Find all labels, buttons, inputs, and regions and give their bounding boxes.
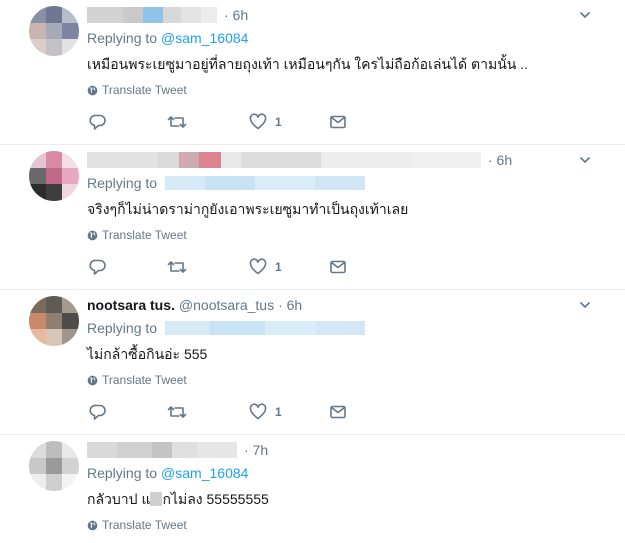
timestamp[interactable]: · 6h: [488, 152, 512, 168]
heart-icon: [249, 113, 267, 130]
replying-to: Replying to @sam_16084: [87, 465, 248, 481]
avatar[interactable]: [29, 296, 79, 346]
tweet-text: เหมือนพระเยซูมาอยู่ที่ลายถุงเท้า เหมือนๆ…: [87, 56, 529, 72]
dm-button[interactable]: [329, 402, 347, 422]
reply-icon: [89, 259, 106, 275]
retweet-icon: [167, 406, 187, 418]
like-count: 1: [275, 260, 282, 274]
replying-to-link[interactable]: @sam_16084: [161, 465, 248, 481]
retweet-button[interactable]: [167, 257, 187, 277]
tweet-text: จริงๆก็ไม่น่าดราม่ากูยังเอาพระเยซูมาทำเป…: [87, 201, 409, 217]
translate-label[interactable]: Translate Tweet: [102, 373, 187, 387]
tweet-header: · 7h: [87, 440, 268, 460]
translate-tweet-link[interactable]: Translate Tweet: [87, 373, 187, 387]
like-button[interactable]: 1: [249, 112, 282, 132]
reply-icon: [89, 404, 106, 420]
globe-icon: [87, 85, 98, 95]
username-blur[interactable]: [87, 7, 220, 23]
globe-icon: [87, 520, 98, 530]
chevron-down-icon[interactable]: [579, 9, 591, 21]
translate-tweet-link[interactable]: Translate Tweet: [87, 518, 187, 532]
translate-label[interactable]: Translate Tweet: [102, 518, 187, 532]
like-count: 1: [275, 405, 282, 419]
translate-tweet-link[interactable]: Translate Tweet: [87, 83, 187, 97]
replying-to: Replying to: [87, 175, 366, 191]
replying-to: Replying to: [87, 320, 366, 336]
heart-icon: [249, 258, 267, 275]
tweet-3[interactable]: nootsara tus. @nootsara_tus · 6h Replyin…: [0, 290, 625, 435]
retweet-button[interactable]: [167, 402, 187, 422]
censor-block: [150, 492, 163, 506]
replying-label: Replying to: [87, 30, 158, 46]
like-button[interactable]: 1: [249, 402, 282, 422]
timestamp[interactable]: · 6h: [278, 297, 302, 313]
retweet-icon: [167, 116, 187, 128]
timestamp[interactable]: · 7h: [244, 442, 268, 458]
username-blur[interactable]: [87, 442, 240, 458]
translate-label[interactable]: Translate Tweet: [102, 228, 187, 242]
tweet-2[interactable]: · 6h Replying to จริงๆก็ไม่น่าดราม่ากูยั…: [0, 145, 625, 290]
reply-icon: [89, 114, 106, 130]
dm-button[interactable]: [329, 112, 347, 132]
reply-button[interactable]: [89, 402, 107, 422]
replying-label: Replying to: [87, 465, 158, 481]
retweet-icon: [167, 261, 187, 273]
tweet-4[interactable]: · 7h Replying to @sam_16084 กลัวบาป แ กไม…: [0, 435, 625, 543]
tweet-actions: 1: [89, 257, 359, 277]
tweet-header: · 6h: [87, 150, 512, 170]
handle[interactable]: @nootsara_tus: [179, 297, 274, 313]
reply-button[interactable]: [89, 112, 107, 132]
tweet-text: กลัวบาป แ กไม่ลง 55555555: [87, 489, 269, 511]
tweet-actions: 1: [89, 402, 359, 422]
timestamp[interactable]: · 6h: [224, 7, 248, 23]
tweet-actions: 1: [89, 112, 359, 132]
avatar[interactable]: [29, 6, 79, 56]
replying-to: Replying to @sam_16084: [87, 30, 248, 46]
reply-button[interactable]: [89, 257, 107, 277]
tweet-text-part-1: กลัวบาป แ: [87, 491, 151, 507]
replying-to-link[interactable]: @sam_16084: [161, 30, 248, 46]
chevron-down-icon[interactable]: [579, 154, 591, 166]
username[interactable]: nootsara tus.: [87, 297, 175, 313]
dm-button[interactable]: [329, 257, 347, 277]
tweet-text-part-2: กไม่ลง 55555555: [162, 491, 269, 507]
avatar[interactable]: [29, 151, 79, 201]
retweet-button[interactable]: [167, 112, 187, 132]
like-count: 1: [275, 115, 282, 129]
chevron-down-icon[interactable]: [579, 299, 591, 311]
mention-blur[interactable]: [165, 176, 366, 190]
globe-icon: [87, 375, 98, 385]
envelope-icon: [330, 405, 346, 419]
replying-label: Replying to: [87, 175, 158, 191]
envelope-icon: [330, 115, 346, 129]
heart-icon: [249, 403, 267, 420]
globe-icon: [87, 230, 98, 240]
avatar[interactable]: [29, 441, 79, 491]
tweet-1[interactable]: · 6h Replying to @sam_16084 เหมือนพระเยซ…: [0, 0, 625, 145]
translate-tweet-link[interactable]: Translate Tweet: [87, 228, 187, 242]
mention-blur[interactable]: [165, 321, 366, 335]
tweet-text: ไม่กล้าซื้อกินอ่ะ 555: [87, 346, 208, 362]
envelope-icon: [330, 260, 346, 274]
tweet-header: nootsara tus. @nootsara_tus · 6h: [87, 295, 302, 315]
translate-label[interactable]: Translate Tweet: [102, 83, 187, 97]
username-blur[interactable]: [87, 152, 484, 168]
replying-label: Replying to: [87, 320, 158, 336]
like-button[interactable]: 1: [249, 257, 282, 277]
tweet-header: · 6h: [87, 5, 248, 25]
